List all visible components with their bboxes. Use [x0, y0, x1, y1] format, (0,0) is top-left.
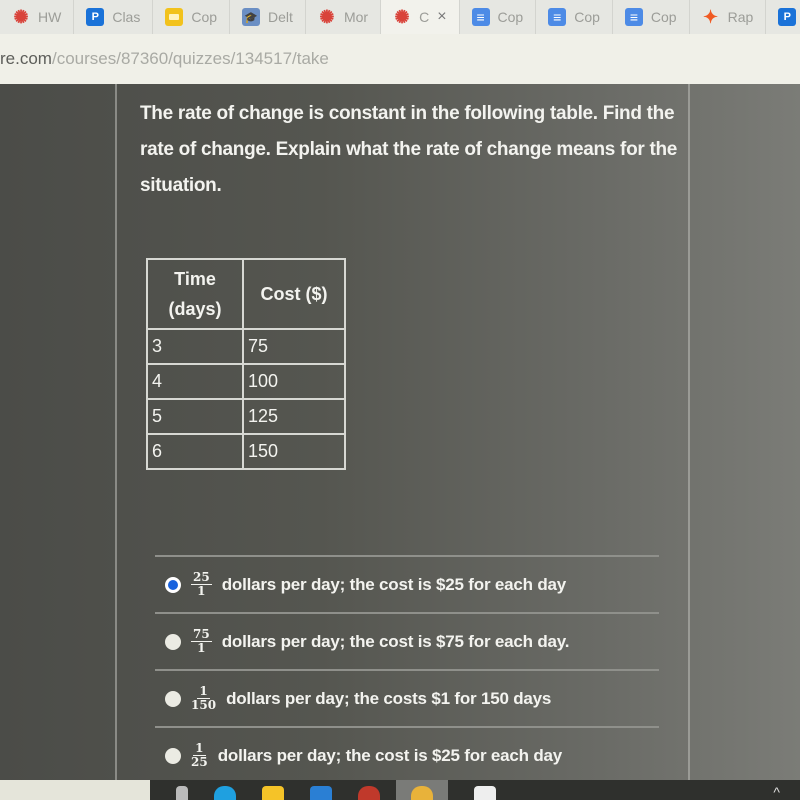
tab-label: Delt [268, 9, 293, 25]
google-docs-icon [624, 8, 643, 26]
taskbar-search-area[interactable] [0, 780, 150, 800]
mail-icon[interactable] [310, 786, 332, 800]
tab-label: Mor [343, 9, 369, 25]
table-row: 4 100 [146, 363, 346, 400]
google-docs-icon [548, 8, 567, 26]
chrome-taskbar-button[interactable] [396, 780, 448, 800]
edge-icon[interactable] [214, 786, 236, 800]
question-text: The rate of change is constant in the fo… [140, 103, 678, 196]
answer-choice-2[interactable]: 75 1 dollars per day; the cost is $75 for… [155, 614, 659, 669]
radio-button-selected[interactable] [165, 576, 181, 593]
os-taskbar: ^ [0, 780, 800, 800]
table-row: 5 125 [146, 398, 346, 435]
answer-choices: 25 1 dollars per day; the cost is $25 for… [155, 555, 659, 783]
header-time: Time (days) [146, 258, 244, 330]
tab-cop-doc-2[interactable]: Cop [536, 0, 613, 34]
canvas-icon: ✺ [394, 6, 410, 27]
close-tab-icon[interactable]: × [437, 8, 446, 26]
tab-active-quiz[interactable]: ✺ C × [381, 0, 460, 34]
tab-pear[interactable]: P [766, 0, 800, 34]
cell-time: 6 [146, 433, 244, 470]
tab-label: Cop [650, 9, 677, 25]
tab-cop-doc-1[interactable]: Cop [460, 0, 537, 34]
data-table: Time (days) Cost ($) 3 75 4 100 5 125 6 1… [146, 258, 346, 470]
choice-label: dollars per day; the costs $1 for 150 da… [226, 688, 552, 708]
fraction: 1 150 [191, 684, 217, 712]
fraction: 25 1 [191, 570, 212, 598]
tab-label: Cop [497, 9, 524, 25]
tab-label: Cop [574, 9, 600, 25]
tab-label: C [419, 9, 430, 25]
pear-deck-icon: P [86, 8, 105, 26]
pear-deck-icon: P [778, 8, 797, 26]
radio-button[interactable] [165, 747, 181, 764]
delta-math-icon: 🎓 [242, 8, 261, 26]
tab-clas[interactable]: P Clas [74, 0, 154, 34]
tab-cop-doc-3[interactable]: Cop [613, 0, 690, 34]
cell-time: 4 [146, 363, 244, 400]
fraction: 75 1 [191, 627, 212, 655]
url-host: re.com [0, 49, 52, 68]
tab-label: HW [38, 9, 62, 25]
tray-expand-icon[interactable]: ^ [773, 784, 780, 800]
cell-time: 5 [146, 398, 244, 435]
task-view-icon[interactable] [176, 786, 188, 800]
file-explorer-icon[interactable] [262, 786, 284, 800]
content-left-border [115, 84, 117, 780]
choice-label: dollars per day; the cost is $75 for eac… [221, 631, 570, 651]
table-header-row: Time (days) Cost ($) [146, 258, 346, 330]
url-path: /courses/87360/quizzes/134517/take [51, 49, 329, 68]
radio-button[interactable] [165, 633, 181, 650]
cell-cost: 125 [242, 398, 346, 435]
fraction: 1 25 [191, 741, 208, 769]
header-cost: Cost ($) [242, 258, 346, 330]
tab-mor[interactable]: ✺ Mor [306, 0, 382, 34]
answer-choice-4[interactable]: 1 25 dollars per day; the cost is $25 for… [155, 728, 659, 783]
choice-label: dollars per day; the cost is $25 for eac… [221, 574, 567, 594]
choice-label: dollars per day; the cost is $25 for eac… [217, 745, 563, 765]
store-icon[interactable] [474, 786, 496, 800]
tab-label: Rap [727, 9, 754, 25]
cell-cost: 75 [242, 328, 346, 365]
google-slides-icon [165, 8, 184, 26]
canvas-icon: ✺ [13, 6, 29, 27]
table-row: 3 75 [146, 328, 346, 365]
answer-choice-1[interactable]: 25 1 dollars per day; the cost is $25 for… [155, 557, 659, 612]
cell-cost: 150 [242, 433, 346, 470]
tab-hw[interactable]: ✺ HW [0, 0, 75, 34]
browser-tab-strip: ✺ HW P Clas Cop 🎓 Delt ✺ Mor ✺ C × Cop C… [0, 0, 800, 34]
tab-cop-slides[interactable]: Cop [153, 0, 231, 34]
google-docs-icon [471, 8, 490, 26]
table-row: 6 150 [146, 433, 346, 470]
tab-label: Cop [191, 9, 218, 25]
app-icon[interactable] [358, 786, 380, 800]
canvas-icon: ✺ [319, 6, 335, 27]
content-right-border [688, 84, 690, 780]
address-bar[interactable]: re.com /courses/87360/quizzes/134517/tak… [0, 34, 800, 84]
rap-icon: ✦ [703, 6, 719, 27]
tab-delt[interactable]: 🎓 Delt [230, 0, 306, 34]
radio-button[interactable] [165, 690, 181, 707]
cell-time: 3 [146, 328, 244, 365]
tab-label: Clas [112, 9, 141, 25]
tab-rap[interactable]: ✦ Rap [690, 0, 767, 34]
answer-choice-3[interactable]: 1 150 dollars per day; the costs $1 for 1… [155, 671, 659, 726]
cell-cost: 100 [242, 363, 346, 400]
chrome-icon [411, 786, 433, 800]
